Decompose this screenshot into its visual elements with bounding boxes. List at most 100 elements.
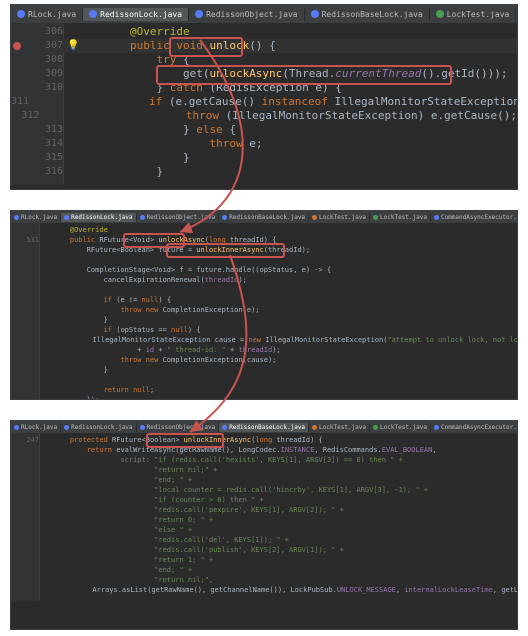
tab-label: LockTest.java (319, 424, 366, 431)
java-icon (434, 215, 439, 220)
java-icon (89, 10, 97, 18)
line-number (11, 575, 47, 585)
line-number: 531 (11, 235, 47, 245)
line-number (11, 545, 47, 555)
java-icon (195, 10, 203, 18)
tab-item[interactable]: LockTest.java (309, 213, 370, 222)
line-number (11, 345, 47, 355)
line-number: 316 (11, 165, 71, 179)
code-area-2[interactable]: @Override 531 public RFuture<Void> unloc… (11, 223, 517, 400)
line-number (11, 275, 47, 285)
breakpoint-icon[interactable] (13, 42, 21, 50)
editor-pane-1: RLock.java RedissonLock.java RedissonObj… (10, 4, 518, 190)
line-number: 312 (11, 109, 47, 123)
tab-item[interactable]: RedissonObject.java (137, 423, 220, 432)
tab-label: LockTest.java (380, 214, 427, 221)
line-number (11, 525, 47, 535)
tab-label: RedissonLock.java (71, 214, 132, 221)
line-number (11, 355, 47, 365)
tab-label: RedissonObject.java (206, 10, 298, 19)
tab-label: RedissonObject.java (147, 214, 216, 221)
line-number (11, 365, 47, 375)
code-area-1[interactable]: 💡 306 @Override 307 public void unlock()… (11, 23, 517, 185)
line-number: 314 (11, 137, 71, 151)
java-icon (17, 10, 25, 18)
java-icon (436, 10, 444, 18)
tab-item[interactable]: CommandAsyncExecutor.java (431, 423, 518, 432)
tab-bar-2: RLock.java RedissonLock.java RedissonObj… (11, 211, 517, 223)
tab-label: RedissonBaseLock.java (229, 424, 305, 431)
line-number: 313 (11, 123, 71, 137)
java-icon (222, 215, 227, 220)
tab-label: RedissonObject.java (147, 424, 216, 431)
line-number (11, 385, 47, 395)
tab-bar-3: RLock.java RedissonLock.java RedissonObj… (11, 421, 517, 433)
tab-item[interactable]: RedissonBaseLock.java (219, 423, 309, 432)
code-area-3[interactable]: 247 protected RFuture<Boolean> unlockInn… (11, 433, 517, 601)
line-number (11, 395, 47, 400)
tab-item[interactable]: RedissonLock.java (61, 213, 136, 222)
intention-bulb-icon[interactable]: 💡 (67, 40, 79, 51)
java-icon (312, 215, 317, 220)
line-number (11, 445, 47, 455)
line-number: 306 (11, 25, 71, 39)
tab-label: LockTest.java (380, 424, 427, 431)
editor-pane-2: RLock.java RedissonLock.java RedissonObj… (10, 210, 518, 400)
tab-item[interactable]: RLock.java (11, 213, 61, 222)
line-number (11, 455, 47, 465)
tab-item[interactable]: LockTest.java (370, 423, 431, 432)
editor-pane-3: RLock.java RedissonLock.java RedissonObj… (10, 420, 518, 630)
line-number (11, 335, 19, 345)
java-icon (14, 215, 19, 220)
tab-label: RedissonBaseLock.java (229, 214, 305, 221)
java-icon (64, 425, 69, 430)
java-icon (373, 215, 378, 220)
tab-redissonlock[interactable]: RedissonLock.java (83, 8, 189, 21)
java-icon (373, 425, 378, 430)
tab-label: LockTest.java (319, 214, 366, 221)
line-number: 310 (11, 81, 71, 95)
line-number (11, 295, 47, 305)
line-number (11, 535, 47, 545)
line-number (11, 585, 19, 595)
tab-bar-1: RLock.java RedissonLock.java RedissonObj… (11, 5, 517, 23)
line-number (11, 495, 47, 505)
tab-item[interactable]: RedissonLock.java (61, 423, 136, 432)
line-number (11, 375, 47, 385)
tab-item[interactable]: LockTest.java (309, 423, 370, 432)
line-number (11, 515, 47, 525)
line-number: 247 (11, 435, 47, 445)
line-number: 308 (11, 53, 71, 67)
java-icon (140, 215, 145, 220)
tab-label: CommandAsyncExecutor.java (441, 214, 518, 221)
tab-redissonobject[interactable]: RedissonObject.java (189, 8, 305, 21)
java-icon (14, 425, 19, 430)
java-icon (311, 10, 319, 18)
tab-item[interactable]: LockTest.java (370, 213, 431, 222)
line-number (11, 255, 47, 265)
tab-label: RedissonLock.java (71, 424, 132, 431)
line-number (11, 505, 47, 515)
line-number: 309 (11, 67, 71, 81)
java-icon (312, 425, 317, 430)
tab-rlock[interactable]: RLock.java (11, 8, 83, 21)
line-number: 311 (11, 95, 37, 109)
line-number (11, 475, 47, 485)
line-number (11, 265, 47, 275)
line-number (11, 315, 47, 325)
tab-item[interactable]: RLock.java (11, 423, 61, 432)
tab-label: LockTest.java (447, 10, 510, 19)
tab-locktest[interactable]: LockTest.java (430, 8, 517, 21)
tab-label: RLock.java (21, 214, 57, 221)
java-icon (64, 215, 69, 220)
tab-redissonbaselock[interactable]: RedissonBaseLock.java (305, 8, 430, 21)
tab-item[interactable]: RedissonBaseLock.java (219, 213, 309, 222)
line-number (11, 285, 47, 295)
java-icon (140, 425, 145, 430)
line-number (11, 565, 47, 575)
tab-item[interactable]: RedissonObject.java (137, 213, 220, 222)
tab-item[interactable]: CommandAsyncExecutor.java (431, 213, 518, 222)
line-number (11, 555, 47, 565)
line-number (11, 465, 47, 475)
tab-label: RLock.java (21, 424, 57, 431)
